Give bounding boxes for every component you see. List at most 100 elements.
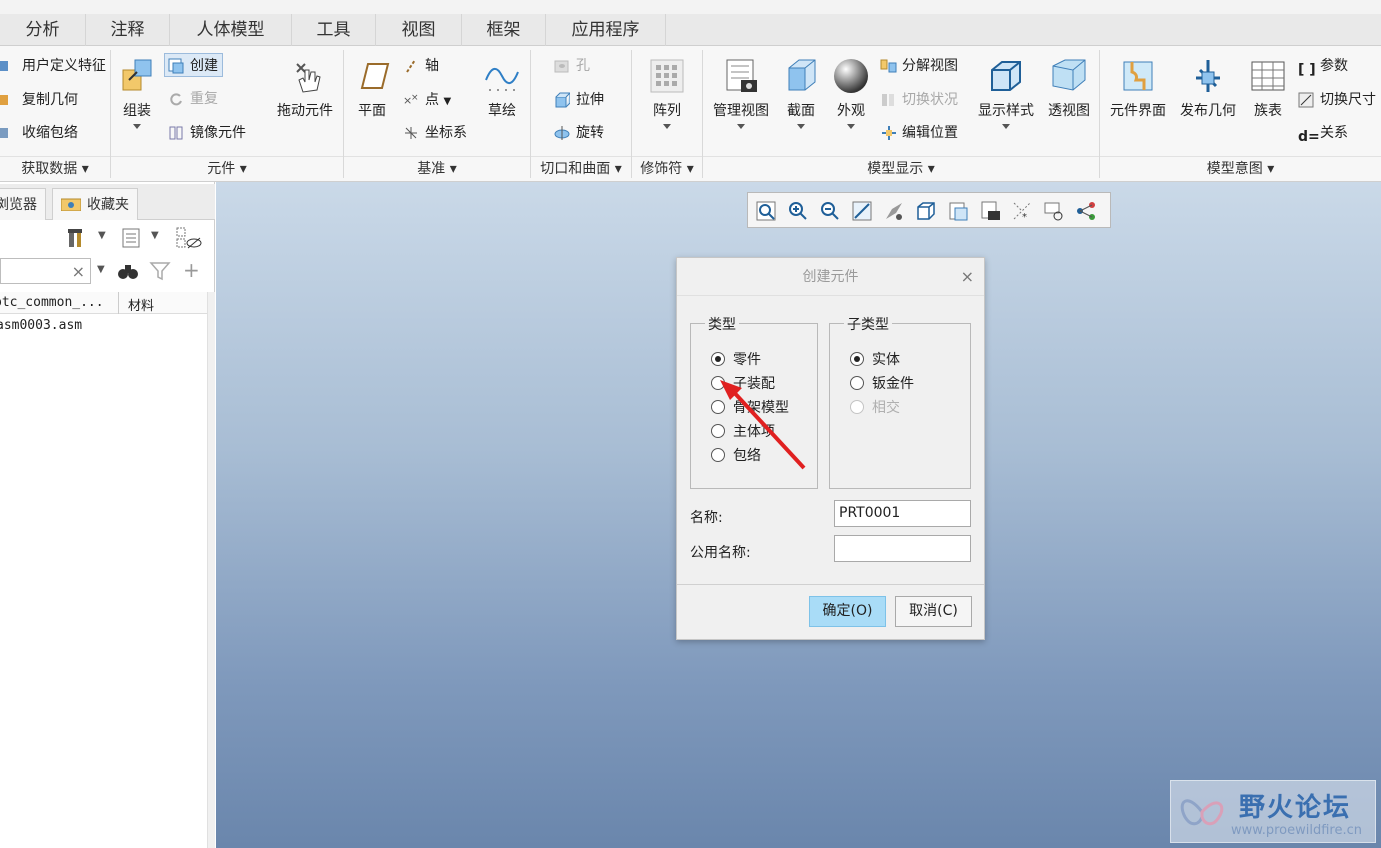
refit-icon[interactable] [755, 200, 777, 222]
assemble-icon [122, 59, 152, 91]
revolve-button[interactable]: 旋转 [554, 121, 604, 145]
display-style-icon[interactable] [915, 200, 937, 222]
column-material[interactable]: 材料 [128, 295, 154, 314]
chevron-down-icon[interactable]: ▼ [98, 230, 106, 241]
component-interface-button[interactable]: 元件界面 [1106, 56, 1170, 120]
group-label-component[interactable]: 元件 ▾ [111, 156, 343, 180]
filter-icon[interactable] [149, 260, 171, 282]
axis-button[interactable]: 轴 [403, 54, 439, 78]
drag-components-button[interactable]: 拖动元件 [272, 56, 338, 120]
mirror-icon [168, 125, 186, 141]
radio-sheetmetal[interactable]: 钣金件 [850, 373, 914, 395]
tab-tools[interactable]: 工具 [292, 14, 376, 46]
sketch-button[interactable]: 草绘 [480, 56, 524, 120]
switch-dimensions-button[interactable]: 切换尺寸 [1298, 88, 1376, 112]
create-component-icon [168, 58, 186, 74]
dialog-title: 创建元件 [677, 258, 984, 296]
visibility-filter-icon[interactable] [175, 226, 203, 250]
manage-views-button[interactable]: 管理视图 [708, 56, 774, 129]
shrinkwrap-icon [0, 125, 18, 141]
show-options-icon[interactable] [120, 226, 144, 250]
find-binoculars-icon[interactable] [117, 260, 139, 282]
group-label-get-data[interactable]: 获取数据 ▾ [0, 156, 110, 180]
create-button[interactable]: 创建 [164, 53, 223, 77]
section-button[interactable]: 截面 [780, 56, 822, 129]
tab-view[interactable]: 视图 [376, 14, 462, 46]
user-defined-feature-button[interactable]: 用户定义特征 [0, 54, 106, 78]
radio-solid[interactable]: 实体 [850, 349, 900, 371]
chevron-down-icon[interactable]: ▼ [97, 264, 105, 275]
cancel-button[interactable]: 取消(C) [895, 596, 972, 627]
chevron-down-icon [737, 124, 745, 129]
coordinate-system-button[interactable]: 坐标系 [403, 121, 467, 145]
chevron-down-icon [1002, 124, 1010, 129]
repaint-icon[interactable] [851, 200, 873, 222]
assemble-button[interactable]: 组装 [114, 56, 160, 129]
display-style-button[interactable]: 显示样式 [974, 56, 1038, 129]
close-icon[interactable]: × [961, 258, 974, 296]
group-label-datum[interactable]: 基准 ▾ [344, 156, 530, 180]
svg-text:×: × [411, 93, 419, 103]
saved-orientations-icon[interactable] [947, 200, 969, 222]
zoom-in-icon[interactable] [787, 200, 809, 222]
watermark-logo: 野火论坛 www.proewildfire.cn [1170, 780, 1376, 843]
appearance-icon[interactable] [883, 200, 905, 222]
udf-icon [0, 58, 18, 74]
tab-favorites[interactable]: 收藏夹 [52, 188, 138, 220]
name-field[interactable]: PRT0001 [834, 500, 971, 527]
edit-position-button[interactable]: 编辑位置 [880, 121, 958, 145]
chevron-down-icon [663, 124, 671, 129]
tree-row[interactable]: asm0003.asm [0, 318, 82, 333]
ok-button[interactable]: 确定(O) [809, 596, 886, 627]
hole-button[interactable]: 孔 [554, 54, 590, 78]
tree-search-input[interactable]: × [0, 258, 91, 284]
manage-views-icon [726, 59, 757, 92]
chevron-down-icon[interactable]: ▼ [151, 230, 159, 241]
ribbon: 用户定义特征 复制几何 收缩包络 获取数据 ▾ 组装 创建 重复 镜像元件 拖动… [0, 46, 1381, 182]
tab-applications[interactable]: 应用程序 [546, 14, 666, 46]
tab-analysis[interactable]: 分析 [0, 14, 86, 46]
pattern-button[interactable]: 阵列 [644, 56, 690, 129]
tab-human-model[interactable]: 人体模型 [170, 14, 292, 46]
radio-icon [850, 376, 864, 390]
family-table-button[interactable]: 族表 [1246, 56, 1290, 120]
toggle-status-button[interactable]: 切换状况 [880, 88, 958, 112]
title-bar [0, 0, 1381, 14]
spin-center-icon[interactable] [1075, 200, 1097, 222]
perspective-view-button[interactable]: 透视图 [1044, 56, 1094, 120]
extrude-button[interactable]: 拉伸 [554, 88, 604, 112]
type-legend: 类型 [705, 314, 739, 334]
group-label-modifiers[interactable]: 修饰符 ▾ [632, 156, 702, 180]
tree-settings-icon[interactable] [66, 226, 90, 250]
annotation-display-icon[interactable] [1043, 200, 1065, 222]
clear-search-icon[interactable]: × [72, 262, 85, 281]
group-label-model-display[interactable]: 模型显示 ▾ [703, 156, 1099, 180]
common-name-field[interactable] [834, 535, 971, 562]
perspective-icon [1052, 59, 1086, 91]
copy-geometry-button[interactable]: 复制几何 [0, 88, 78, 112]
radio-part[interactable]: 零件 [711, 349, 761, 371]
mirror-component-button[interactable]: 镜像元件 [168, 121, 246, 145]
shrinkwrap-button[interactable]: 收缩包络 [0, 121, 78, 145]
point-button[interactable]: × × 点 ▼ [403, 88, 451, 112]
relations-button[interactable]: d=关系 [1298, 121, 1348, 145]
tab-framework[interactable]: 框架 [462, 14, 546, 46]
column-ptc-common-name[interactable]: ptc_common_... [0, 295, 104, 310]
repeat-button[interactable]: 重复 [168, 87, 218, 111]
group-label-model-intent[interactable]: 模型意图 ▾ [1100, 156, 1381, 180]
zoom-out-icon[interactable] [819, 200, 841, 222]
plane-button[interactable]: 平面 [350, 56, 394, 120]
view-manager-icon[interactable] [979, 200, 1001, 222]
tab-annotate[interactable]: 注释 [86, 14, 170, 46]
datum-display-icon[interactable]: * [1011, 200, 1033, 223]
appearance-button[interactable]: 外观 [830, 56, 872, 129]
tab-browser[interactable]: 浏览器 [0, 188, 46, 220]
family-table-icon [1251, 61, 1285, 91]
datum-plane-icon [360, 63, 390, 89]
explode-view-button[interactable]: 分解视图 [880, 54, 958, 78]
group-label-cuts-surfaces[interactable]: 切口和曲面 ▾ [531, 156, 631, 180]
tree-scrollbar[interactable] [207, 292, 215, 848]
publish-geometry-button[interactable]: 发布几何 [1176, 56, 1240, 120]
add-column-icon[interactable]: + [183, 258, 200, 282]
parameters-button[interactable]: [ ] 参数 [1298, 54, 1348, 78]
